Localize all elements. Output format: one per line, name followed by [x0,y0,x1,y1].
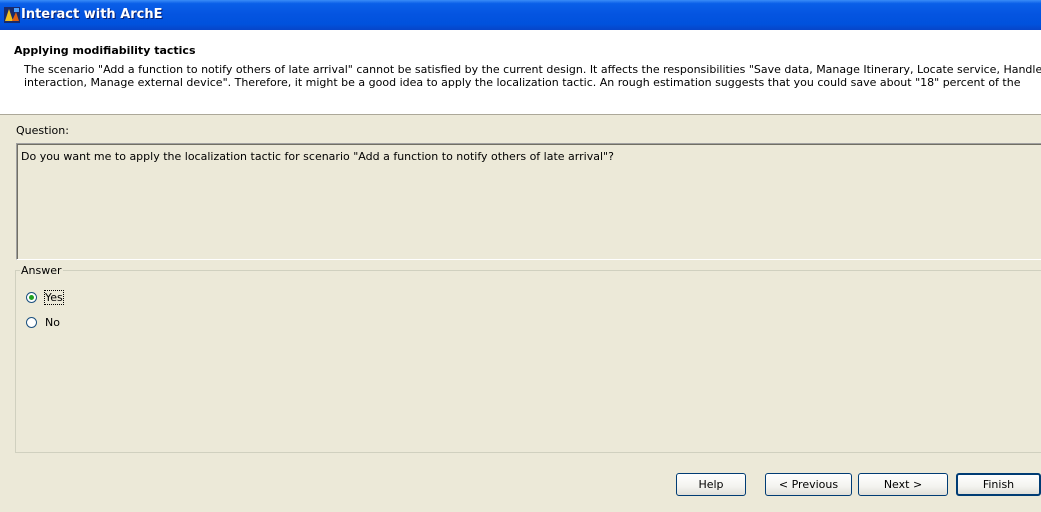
wizard-header: Applying modifiability tactics The scena… [0,30,1041,115]
arche-app-icon [4,7,20,23]
previous-button[interactable]: < Previous [765,473,852,496]
description-line-1: The scenario "Add a function to notify o… [24,63,1041,76]
finish-button-label: Finish [982,478,1015,491]
radio-no-label[interactable]: No [45,316,60,329]
description-line-2: interaction, Manage external device". Th… [24,76,1021,89]
question-text-area: Do you want me to apply the localization… [16,143,1041,260]
radio-no[interactable]: No [26,314,60,330]
radio-no-button[interactable] [26,316,37,328]
help-button-label: Help [698,478,724,491]
radio-yes-button[interactable] [26,291,37,303]
answer-legend: Answer [20,264,63,277]
finish-button[interactable]: Finish [956,473,1041,496]
title-bar[interactable]: Interact with ArchE [0,0,1041,30]
window-title: Interact with ArchE [21,7,163,22]
next-button-label: Next > [883,478,923,491]
previous-button-label: < Previous [778,478,839,491]
question-label: Question: [16,124,69,137]
question-text: Do you want me to apply the localization… [21,150,614,163]
radio-yes-label[interactable]: Yes [44,289,64,305]
radio-yes[interactable]: Yes [26,289,64,305]
answer-group [15,270,1041,453]
help-button[interactable]: Help [676,473,746,496]
next-button[interactable]: Next > [858,473,948,496]
page-title: Applying modifiability tactics [14,44,196,57]
page-description: The scenario "Add a function to notify o… [24,63,1041,89]
